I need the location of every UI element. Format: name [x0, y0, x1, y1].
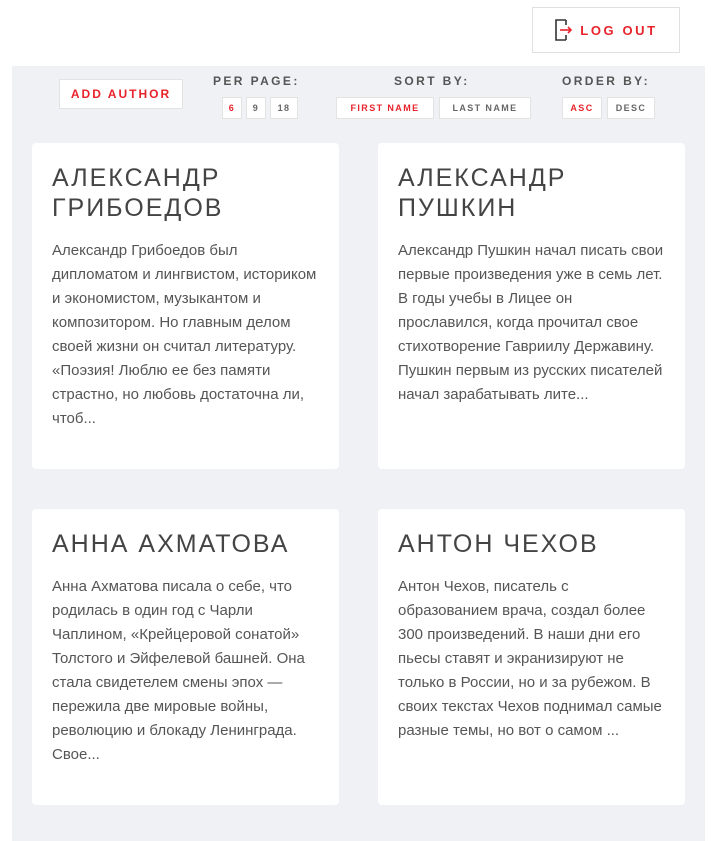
order-desc-button[interactable]: DESC — [607, 97, 655, 119]
controls-bar: ADD AUTHOR PER PAGE: 6 9 18 SORT BY: FIR… — [12, 66, 705, 146]
author-card[interactable]: Александр Грибоедов Александр Грибоедов … — [32, 143, 339, 469]
author-excerpt: Анна Ахматова писала о себе, что родилас… — [52, 578, 305, 763]
sort-by-label: SORT BY: — [394, 74, 470, 88]
log-out-icon — [554, 19, 574, 41]
author-name: Антон Чехов — [398, 530, 599, 558]
order-asc-button[interactable]: ASC — [562, 97, 602, 119]
author-excerpt: Александр Грибоедов был дипломатом и лин… — [52, 242, 317, 427]
add-author-button[interactable]: ADD AUTHOR — [59, 79, 183, 109]
authors-panel: ADD AUTHOR PER PAGE: 6 9 18 SORT BY: FIR… — [12, 66, 705, 841]
logout-label: LOG OUT — [580, 22, 658, 38]
author-name: Александр Пушкин — [398, 164, 567, 222]
author-name: Анна Ахматова — [52, 530, 290, 558]
author-card[interactable]: Анна Ахматова Анна Ахматова писала о себ… — [32, 509, 339, 805]
order-by-label: ORDER BY: — [562, 74, 651, 88]
author-card[interactable]: Антон Чехов Антон Чехов, писатель с обра… — [378, 509, 685, 805]
author-card[interactable]: Александр Пушкин Александр Пушкин начал … — [378, 143, 685, 469]
per-page-6-button[interactable]: 6 — [222, 97, 242, 119]
per-page-9-button[interactable]: 9 — [246, 97, 266, 119]
per-page-18-button[interactable]: 18 — [270, 97, 298, 119]
per-page-label: PER PAGE: — [213, 74, 300, 88]
author-excerpt: Антон Чехов, писатель с образованием вра… — [398, 578, 662, 739]
sort-first-name-button[interactable]: FIRST NAME — [336, 97, 434, 119]
sort-last-name-button[interactable]: LAST NAME — [439, 97, 531, 119]
author-excerpt: Александр Пушкин начал писать свои первы… — [398, 242, 664, 403]
top-bar: LOG OUT — [0, 0, 719, 66]
logout-button[interactable]: LOG OUT — [532, 7, 680, 53]
author-name: Александр Грибоедов — [52, 164, 224, 222]
